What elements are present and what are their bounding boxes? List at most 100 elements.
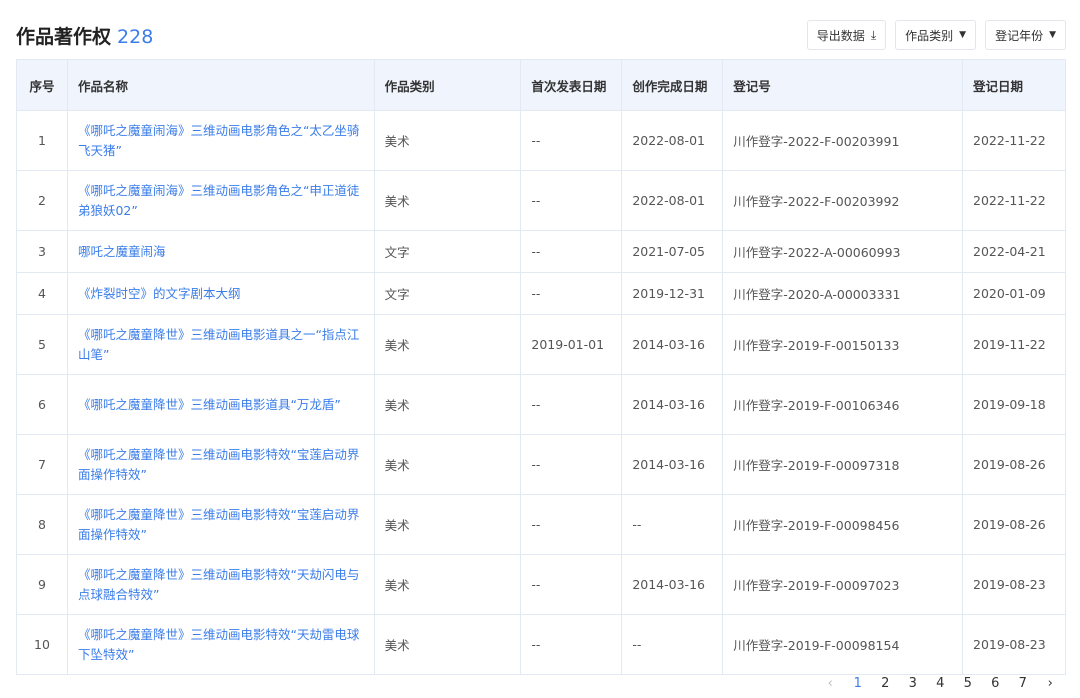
cell-complete-date: 2014-03-16: [621, 434, 724, 495]
prev-page-button[interactable]: ‹: [817, 676, 845, 691]
pagination: ‹ 1 2 3 4 5 6 7 ›: [817, 676, 1065, 691]
export-button[interactable]: 导出数据 ⤓: [806, 20, 887, 50]
work-name-link[interactable]: 《哪吒之魔童降世》三维动画电影道具之一“指点江山笔”: [78, 325, 364, 365]
cell-publish-date: --: [520, 554, 623, 615]
work-name-link[interactable]: 《哪吒之魔童降世》三维动画电影特效“宝莲启动界面操作特效”: [78, 445, 364, 485]
table-row: 7 《哪吒之魔童降世》三维动画电影特效“宝莲启动界面操作特效” 美术 -- 2014-0…: [16, 434, 1066, 495]
cell-index: 7: [16, 434, 68, 495]
cell-reg-date: 2019-08-23: [962, 614, 1066, 675]
work-name-link[interactable]: 《哪吒之魔童闹海》三维动画电影角色之“太乙坐骑飞天猪”: [78, 121, 364, 161]
cell-reg-date: 2019-11-22: [962, 314, 1066, 375]
table-row: 3 哪吒之魔童闹海 文字 -- 2021-07-05 川作登字-2022-A-000609…: [16, 230, 1066, 273]
cell-complete-date: 2022-08-01: [621, 170, 724, 231]
work-name-link[interactable]: 《哪吒之魔童降世》三维动画电影特效“宝莲启动界面操作特效”: [78, 505, 364, 545]
work-name-link[interactable]: 《哪吒之魔童闹海》三维动画电影角色之“申正道徒弟狼妖02”: [78, 181, 364, 221]
cell-index: 1: [16, 110, 68, 171]
cell-index: 4: [16, 272, 68, 315]
cell-complete-date: 2014-03-16: [621, 374, 724, 435]
table-row: 5 《哪吒之魔童降世》三维动画电影道具之一“指点江山笔” 美术 2019-01-01 2…: [16, 314, 1066, 375]
cell-reg-date: 2022-11-22: [962, 110, 1066, 171]
cell-reg-number: 川作登字-2019-F-00098456: [722, 494, 964, 555]
cell-reg-number: 川作登字-2019-F-00150133: [722, 314, 964, 375]
caret-down-icon: ▼: [959, 30, 967, 40]
table-row: 4 《炸裂时空》的文字剧本大纲 文字 -- 2019-12-31 川作登字-2020-A-…: [16, 272, 1066, 315]
cell-reg-number: 川作登字-2020-A-00003331: [722, 272, 964, 315]
cell-reg-date: 2019-08-26: [962, 434, 1066, 495]
page-6-button[interactable]: 6: [982, 676, 1010, 691]
cell-index: 3: [16, 230, 68, 273]
cell-reg-date: 2019-08-26: [962, 494, 1066, 555]
copyright-table: 序号 作品名称 作品类别 首次发表日期 创作完成日期 登记号 登记日期 1 《哪吒之魔童闹海》…: [16, 59, 1066, 675]
cell-name: 《哪吒之魔童降世》三维动画电影道具“万龙盾”: [66, 374, 375, 435]
page-2-button[interactable]: 2: [872, 676, 900, 691]
cell-index: 5: [16, 314, 68, 375]
page-5-button[interactable]: 5: [954, 676, 982, 691]
cell-category: 美术: [373, 494, 522, 555]
cell-name: 《哪吒之魔童降世》三维动画电影特效“宝莲启动界面操作特效”: [66, 494, 375, 555]
cell-complete-date: 2014-03-16: [621, 554, 724, 615]
year-label: 登记年份: [995, 28, 1044, 43]
cell-publish-date: --: [520, 614, 623, 675]
cell-name: 《哪吒之魔童降世》三维动画电影特效“天劫闪电与点球融合特效”: [66, 554, 375, 615]
cell-reg-date: 2020-01-09: [962, 272, 1066, 315]
cell-name: 《哪吒之魔童闹海》三维动画电影角色之“申正道徒弟狼妖02”: [66, 170, 375, 231]
cell-publish-date: 2019-01-01: [520, 314, 623, 375]
cell-reg-number: 川作登字-2019-F-00098154: [722, 614, 964, 675]
cell-name: 《哪吒之魔童降世》三维动画电影特效“天劫雷电球下坠特效”: [66, 614, 375, 675]
toolbar: 导出数据 ⤓ 作品类别 ▼ 登记年份 ▼: [806, 20, 1066, 50]
total-count: 228: [117, 26, 154, 48]
caret-down-icon: ▼: [1049, 30, 1056, 40]
work-name-link[interactable]: 《哪吒之魔童降世》三维动画电影特效“天劫闪电与点球融合特效”: [78, 565, 364, 605]
table-row: 10 《哪吒之魔童降世》三维动画电影特效“天劫雷电球下坠特效” 美术 -- -- 川作登字…: [16, 614, 1066, 675]
cell-name: 哪吒之魔童闹海: [66, 230, 375, 273]
table-row: 1 《哪吒之魔童闹海》三维动画电影角色之“太乙坐骑飞天猪” 美术 -- 2022-08-…: [16, 110, 1066, 171]
cell-reg-number: 川作登字-2019-F-00106346: [722, 374, 964, 435]
next-page-button[interactable]: ›: [1037, 676, 1065, 691]
cell-publish-date: --: [520, 272, 623, 315]
cell-index: 6: [16, 374, 68, 435]
download-icon: ⤓: [870, 27, 877, 42]
cell-name: 《哪吒之魔童降世》三维动画电影特效“宝莲启动界面操作特效”: [66, 434, 375, 495]
header-col-publish-date: 首次发表日期: [520, 59, 623, 111]
header-col-reg-date: 登记日期: [962, 59, 1066, 111]
cell-reg-date: 2022-04-21: [962, 230, 1066, 273]
page-4-button[interactable]: 4: [927, 676, 955, 691]
category-label: 作品类别: [905, 28, 954, 43]
cell-complete-date: 2021-07-05: [621, 230, 724, 273]
header-col-complete-date: 创作完成日期: [621, 59, 724, 111]
work-name-link[interactable]: 《哪吒之魔童降世》三维动画电影道具“万龙盾”: [78, 395, 364, 415]
cell-complete-date: --: [621, 494, 724, 555]
cell-category: 美术: [373, 110, 522, 171]
cell-publish-date: --: [520, 494, 623, 555]
cell-index: 9: [16, 554, 68, 615]
cell-category: 美术: [373, 554, 522, 615]
cell-publish-date: --: [520, 434, 623, 495]
cell-name: 《炸裂时空》的文字剧本大纲: [66, 272, 375, 315]
page-title: 作品著作权 228: [16, 22, 153, 49]
work-name-link[interactable]: 哪吒之魔童闹海: [78, 242, 364, 262]
page-3-button[interactable]: 3: [899, 676, 927, 691]
cell-publish-date: --: [520, 230, 623, 273]
cell-complete-date: --: [621, 614, 724, 675]
header-col-index: 序号: [16, 59, 68, 111]
cell-category: 文字: [373, 272, 522, 315]
cell-index: 8: [16, 494, 68, 555]
cell-complete-date: 2022-08-01: [621, 110, 724, 171]
year-filter-dropdown[interactable]: 登记年份 ▼: [985, 20, 1066, 50]
page-1-button[interactable]: 1: [844, 676, 872, 691]
cell-reg-date: 2019-09-18: [962, 374, 1066, 435]
cell-category: 美术: [373, 434, 522, 495]
work-name-link[interactable]: 《炸裂时空》的文字剧本大纲: [78, 284, 364, 304]
cell-category: 美术: [373, 374, 522, 435]
cell-reg-number: 川作登字-2022-F-00203991: [722, 110, 964, 171]
cell-reg-number: 川作登字-2022-A-00060993: [722, 230, 964, 273]
work-name-link[interactable]: 《哪吒之魔童降世》三维动画电影特效“天劫雷电球下坠特效”: [78, 625, 364, 665]
table-row: 8 《哪吒之魔童降世》三维动画电影特效“宝莲启动界面操作特效” 美术 -- -- 川作登字…: [16, 494, 1066, 555]
cell-reg-number: 川作登字-2019-F-00097318: [722, 434, 964, 495]
cell-category: 美术: [373, 614, 522, 675]
cell-name: 《哪吒之魔童闹海》三维动画电影角色之“太乙坐骑飞天猪”: [66, 110, 375, 171]
page-7-button[interactable]: 7: [1009, 676, 1037, 691]
cell-reg-date: 2019-08-23: [962, 554, 1066, 615]
category-filter-dropdown[interactable]: 作品类别 ▼: [895, 20, 977, 50]
cell-reg-number: 川作登字-2022-F-00203992: [722, 170, 964, 231]
